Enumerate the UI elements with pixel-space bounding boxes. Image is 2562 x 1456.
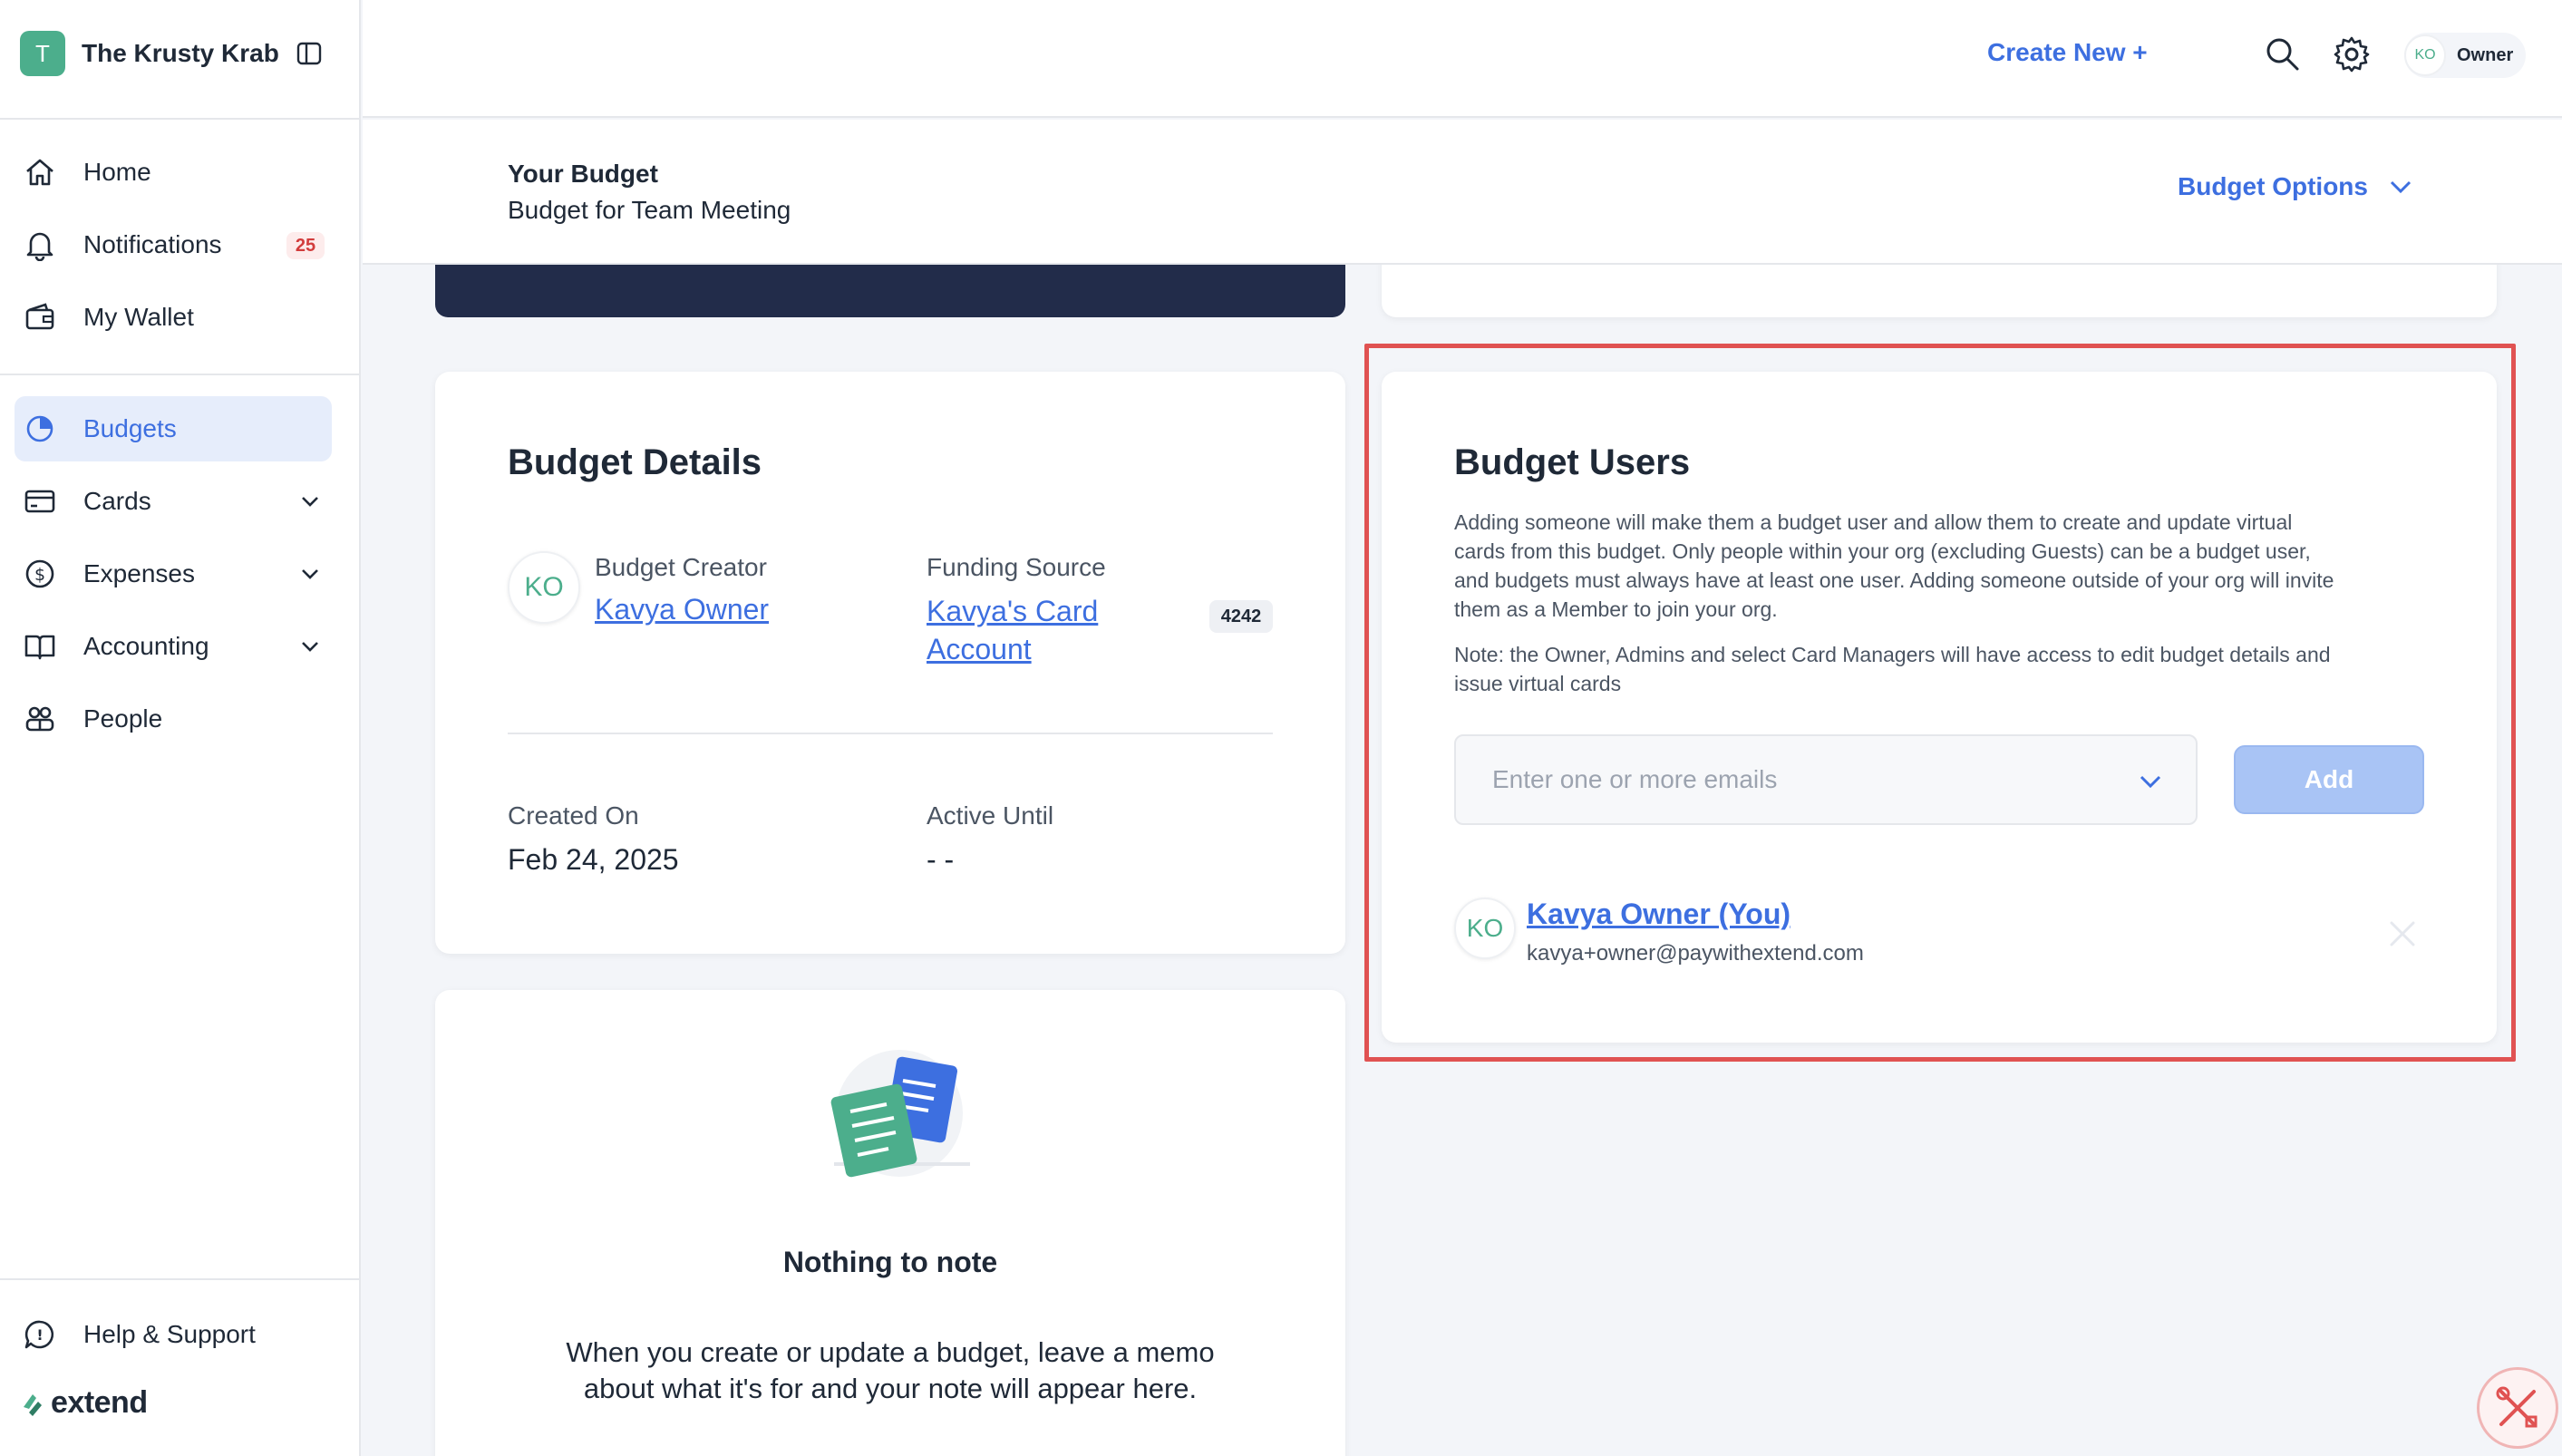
sidebar-divider: [0, 374, 361, 375]
book-icon: [22, 628, 58, 665]
created-on-label: Created On: [508, 801, 639, 830]
extend-logo: extend: [20, 1385, 148, 1421]
created-on-value: Feb 24, 2025: [508, 843, 679, 876]
pie-chart-icon: [22, 411, 58, 447]
sidebar-item-label: Expenses: [83, 559, 195, 587]
svg-text:!: !: [36, 1326, 43, 1344]
sidebar-item-label: Home: [83, 158, 151, 186]
chevron-down-icon: [2390, 180, 2412, 194]
search-icon[interactable]: [2263, 34, 2303, 74]
sidebar-item-help-support[interactable]: ! Help & Support: [15, 1302, 332, 1367]
dev-tools-button[interactable]: [2477, 1367, 2558, 1449]
budget-name: Budget for Team Meeting: [508, 196, 791, 224]
sidebar-item-budgets[interactable]: Budgets: [15, 396, 332, 461]
budget-details-card: Budget Details KO Budget Creator Kavya O…: [435, 372, 1345, 954]
active-until-value: - -: [927, 843, 955, 876]
sidebar-item-people[interactable]: People: [15, 686, 332, 752]
org-switcher[interactable]: T The Krusty Krab: [20, 31, 279, 76]
help-support-label: Help & Support: [83, 1320, 256, 1348]
card-icon: [22, 483, 58, 519]
home-icon: [22, 154, 58, 190]
sidebar-item-label: Notifications: [83, 230, 222, 258]
avatar: KO: [508, 551, 580, 624]
sidebar-item-label: My Wallet: [83, 303, 194, 331]
wallet-icon: [22, 299, 58, 335]
budget-creator-label: Budget Creator: [595, 553, 767, 581]
role-label: Owner: [2457, 44, 2514, 65]
bell-icon: [22, 227, 58, 263]
brand-name: extend: [51, 1385, 148, 1420]
top-bar: Create New + KO Owner: [363, 0, 2562, 118]
chevron-down-icon[interactable]: [297, 634, 323, 659]
card-last4-badge: 4242: [1209, 600, 1273, 633]
funding-source-link[interactable]: Kavya's Card Account: [927, 593, 1098, 669]
gear-icon[interactable]: [2332, 34, 2372, 74]
sidebar-item-label: People: [83, 704, 163, 733]
org-avatar: T: [20, 31, 65, 76]
app: T The Krusty Krab Home Notifications 25 …: [0, 0, 2562, 1456]
funding-source-label: Funding Source: [927, 553, 1106, 581]
sidebar-item-cards[interactable]: Cards: [15, 469, 332, 534]
people-icon: [22, 701, 58, 737]
memo-empty-title: Nothing to note: [782, 1246, 998, 1278]
sidebar-item-label: Budgets: [83, 414, 177, 442]
budget-options-label: Budget Options: [2178, 172, 2368, 200]
user-menu[interactable]: KO Owner: [2404, 33, 2526, 78]
budget-options-button[interactable]: Budget Options: [2178, 172, 2415, 201]
chevron-down-icon[interactable]: [297, 489, 323, 514]
sidebar-item-notifications[interactable]: Notifications: [15, 212, 332, 277]
documents-illustration-icon: [830, 1050, 970, 1178]
sidebar-item-my-wallet[interactable]: My Wallet: [15, 285, 332, 350]
memo-empty-text: When you create or update a budget, leav…: [566, 1336, 1215, 1404]
sidebar-item-label: Accounting: [83, 632, 209, 660]
extend-logo-mark: [24, 1393, 42, 1416]
sidebar-item-label: Cards: [83, 487, 151, 515]
highlight-outline: [1364, 344, 2516, 1062]
details-divider: [508, 733, 1273, 734]
sidebar-item-accounting[interactable]: Accounting: [15, 614, 332, 679]
sidebar-toggle-icon[interactable]: [296, 40, 323, 67]
card-title: Budget Details: [508, 442, 762, 482]
page-title: Your Budget: [508, 160, 658, 188]
create-new-button[interactable]: Create New +: [1987, 38, 2148, 67]
sidebar-divider: [0, 1278, 361, 1280]
chevron-down-icon[interactable]: [297, 561, 323, 587]
svg-text:$: $: [34, 565, 45, 585]
help-chat-icon: !: [22, 1316, 58, 1353]
sidebar: T The Krusty Krab Home Notifications 25 …: [0, 0, 361, 1456]
dollar-icon: $: [22, 556, 58, 592]
budget-header: Your Budget Budget for Team Meeting Budg…: [363, 120, 2562, 265]
avatar: KO: [2404, 34, 2446, 76]
org-name: The Krusty Krab: [82, 39, 279, 67]
sidebar-item-home[interactable]: Home: [15, 140, 332, 205]
sidebar-divider: [0, 118, 361, 120]
budget-creator-link[interactable]: Kavya Owner: [595, 593, 769, 626]
active-until-label: Active Until: [927, 801, 1054, 830]
notifications-count-badge: 25: [286, 232, 325, 259]
tools-icon: [2496, 1386, 2538, 1428]
sidebar-item-expenses[interactable]: $ Expenses: [15, 541, 332, 607]
